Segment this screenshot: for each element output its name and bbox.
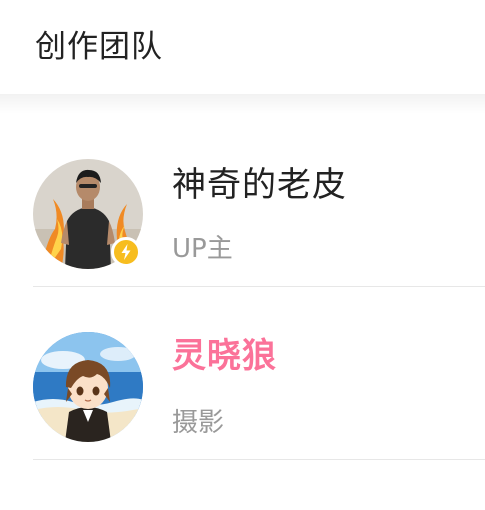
divider [33,459,485,460]
section-title: 创作团队 [35,29,163,65]
section-header: 创作团队 [0,0,485,94]
avatar[interactable] [33,332,143,442]
member-name[interactable]: 神奇的老皮 [172,163,347,207]
member-role: 摄影 [172,408,225,438]
lightning-bolt-icon [121,244,131,260]
member-role: UP主 [172,234,233,264]
verified-badge [111,237,141,267]
list-item-member[interactable]: 神奇的老皮 UP主 [0,114,485,287]
header-separator [0,94,485,114]
member-name[interactable]: 灵晓狼 [172,334,277,378]
list-item-member[interactable]: 灵晓狼 摄影 [0,287,485,460]
creator-team-list: 神奇的老皮 UP主 灵晓狼 摄影 [0,114,485,460]
